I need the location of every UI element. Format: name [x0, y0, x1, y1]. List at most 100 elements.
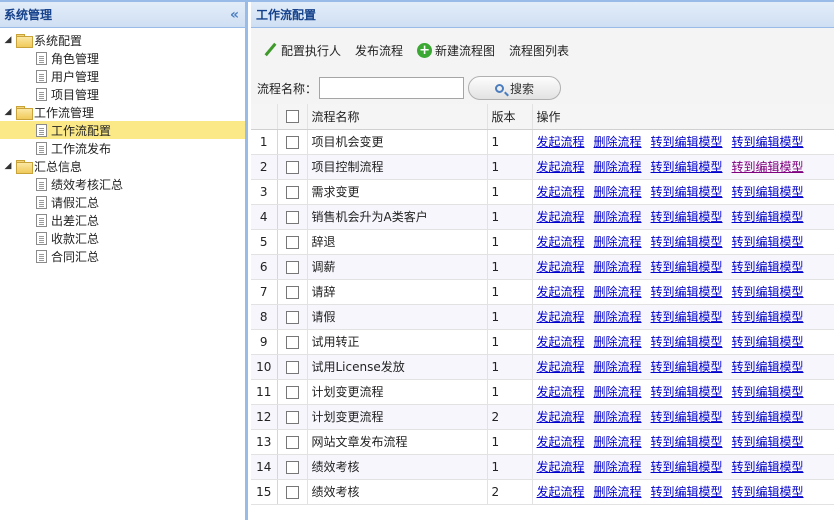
delete-process-link[interactable]: 删除流程: [594, 360, 642, 374]
edit-model-link[interactable]: 转到编辑模型: [651, 235, 723, 249]
edit-model-link[interactable]: 转到编辑模型: [651, 210, 723, 224]
start-process-link[interactable]: 发起流程: [537, 135, 585, 149]
delete-process-link[interactable]: 删除流程: [594, 235, 642, 249]
table-row[interactable]: 1 项目机会变更 1 发起流程 删除流程 转到编辑模型 转到编辑模型: [251, 129, 834, 155]
table-row[interactable]: 8 请假 1 发起流程 删除流程 转到编辑模型 转到编辑模型: [251, 304, 834, 330]
edit-model-link-2[interactable]: 转到编辑模型: [732, 460, 804, 474]
expand-toggle-icon[interactable]: ◢: [2, 161, 14, 171]
table-row[interactable]: 13 网站文章发布流程 1 发起流程 删除流程 转到编辑模型 转到编辑模型: [251, 429, 834, 455]
edit-model-link[interactable]: 转到编辑模型: [651, 160, 723, 174]
delete-process-link[interactable]: 删除流程: [594, 385, 642, 399]
edit-model-link-2[interactable]: 转到编辑模型: [732, 485, 804, 499]
start-process-link[interactable]: 发起流程: [537, 410, 585, 424]
row-checkbox[interactable]: [285, 435, 299, 449]
row-checkbox[interactable]: [285, 460, 299, 474]
tree-item[interactable]: 角色管理: [0, 49, 245, 67]
edit-model-link[interactable]: 转到编辑模型: [651, 260, 723, 274]
delete-process-link[interactable]: 删除流程: [594, 285, 642, 299]
delete-process-link[interactable]: 删除流程: [594, 435, 642, 449]
row-checkbox[interactable]: [285, 185, 299, 199]
row-checkbox[interactable]: [285, 485, 299, 499]
delete-process-link[interactable]: 删除流程: [594, 160, 642, 174]
collapse-panel-icon[interactable]: «: [230, 7, 239, 23]
search-button[interactable]: 搜索: [468, 76, 562, 100]
table-row[interactable]: 15 绩效考核 2 发起流程 删除流程 转到编辑模型 转到编辑模型: [251, 479, 834, 505]
edit-model-link-2[interactable]: 转到编辑模型: [732, 160, 804, 174]
expand-toggle-icon[interactable]: ◢: [2, 107, 14, 117]
tree-item[interactable]: 项目管理: [0, 85, 245, 103]
edit-model-link-2[interactable]: 转到编辑模型: [732, 435, 804, 449]
edit-model-link-2[interactable]: 转到编辑模型: [732, 235, 804, 249]
start-process-link[interactable]: 发起流程: [537, 260, 585, 274]
edit-model-link-2[interactable]: 转到编辑模型: [732, 210, 804, 224]
delete-process-link[interactable]: 删除流程: [594, 460, 642, 474]
delete-process-link[interactable]: 删除流程: [594, 335, 642, 349]
delete-process-link[interactable]: 删除流程: [594, 410, 642, 424]
tree-item[interactable]: 请假汇总: [0, 193, 245, 211]
table-row[interactable]: 6 调薪 1 发起流程 删除流程 转到编辑模型 转到编辑模型: [251, 254, 834, 280]
start-process-link[interactable]: 发起流程: [537, 435, 585, 449]
edit-model-link[interactable]: 转到编辑模型: [651, 185, 723, 199]
edit-model-link-2[interactable]: 转到编辑模型: [732, 260, 804, 274]
start-process-link[interactable]: 发起流程: [537, 385, 585, 399]
edit-model-link-2[interactable]: 转到编辑模型: [732, 385, 804, 399]
row-checkbox[interactable]: [285, 360, 299, 374]
name-column-header[interactable]: 流程名称: [307, 104, 488, 130]
table-row[interactable]: 7 请辞 1 发起流程 删除流程 转到编辑模型 转到编辑模型: [251, 279, 834, 305]
table-row[interactable]: 14 绩效考核 1 发起流程 删除流程 转到编辑模型 转到编辑模型: [251, 454, 834, 480]
table-row[interactable]: 4 销售机会升为A类客户 1 发起流程 删除流程 转到编辑模型 转到编辑模型: [251, 204, 834, 230]
process-name-input[interactable]: [319, 77, 465, 99]
start-process-link[interactable]: 发起流程: [537, 235, 585, 249]
expand-toggle-icon[interactable]: ◢: [2, 35, 14, 45]
start-process-link[interactable]: 发起流程: [537, 485, 585, 499]
tree-item[interactable]: 合同汇总: [0, 247, 245, 265]
table-row[interactable]: 11 计划变更流程 1 发起流程 删除流程 转到编辑模型 转到编辑模型: [251, 379, 834, 405]
version-column-header[interactable]: 版本: [487, 104, 533, 130]
start-process-link[interactable]: 发起流程: [537, 185, 585, 199]
row-checkbox[interactable]: [285, 210, 299, 224]
tree-folder[interactable]: ◢ 汇总信息: [0, 157, 245, 175]
start-process-link[interactable]: 发起流程: [537, 360, 585, 374]
edit-model-link[interactable]: 转到编辑模型: [651, 135, 723, 149]
edit-model-link[interactable]: 转到编辑模型: [651, 385, 723, 399]
edit-model-link[interactable]: 转到编辑模型: [651, 310, 723, 324]
table-row[interactable]: 2 项目控制流程 1 发起流程 删除流程 转到编辑模型 转到编辑模型: [251, 154, 834, 180]
assign-executor-button[interactable]: 配置执行人: [263, 42, 341, 59]
tree-folder[interactable]: ◢ 工作流管理: [0, 103, 245, 121]
row-checkbox[interactable]: [285, 410, 299, 424]
edit-model-link-2[interactable]: 转到编辑模型: [732, 310, 804, 324]
edit-model-link[interactable]: 转到编辑模型: [651, 360, 723, 374]
select-all-checkbox[interactable]: [285, 110, 299, 124]
edit-model-link-2[interactable]: 转到编辑模型: [732, 360, 804, 374]
start-process-link[interactable]: 发起流程: [537, 310, 585, 324]
tree-item[interactable]: 工作流发布: [0, 139, 245, 157]
row-checkbox[interactable]: [285, 135, 299, 149]
new-diagram-button[interactable]: + 新建流程图: [417, 42, 495, 59]
tree-item[interactable]: 绩效考核汇总: [0, 175, 245, 193]
row-checkbox[interactable]: [285, 235, 299, 249]
table-row[interactable]: 5 辞退 1 发起流程 删除流程 转到编辑模型 转到编辑模型: [251, 229, 834, 255]
edit-model-link-2[interactable]: 转到编辑模型: [732, 135, 804, 149]
table-row[interactable]: 12 计划变更流程 2 发起流程 删除流程 转到编辑模型 转到编辑模型: [251, 404, 834, 430]
delete-process-link[interactable]: 删除流程: [594, 185, 642, 199]
row-checkbox[interactable]: [285, 310, 299, 324]
row-checkbox[interactable]: [285, 335, 299, 349]
edit-model-link[interactable]: 转到编辑模型: [651, 285, 723, 299]
diagram-list-button[interactable]: 流程图列表: [509, 42, 569, 59]
edit-model-link[interactable]: 转到编辑模型: [651, 335, 723, 349]
delete-process-link[interactable]: 删除流程: [594, 210, 642, 224]
row-checkbox[interactable]: [285, 160, 299, 174]
tree-item[interactable]: 工作流配置: [0, 121, 245, 139]
edit-model-link[interactable]: 转到编辑模型: [651, 485, 723, 499]
edit-model-link[interactable]: 转到编辑模型: [651, 435, 723, 449]
publish-process-button[interactable]: 发布流程: [355, 42, 403, 59]
tree-item[interactable]: 出差汇总: [0, 211, 245, 229]
edit-model-link-2[interactable]: 转到编辑模型: [732, 185, 804, 199]
row-checkbox[interactable]: [285, 285, 299, 299]
start-process-link[interactable]: 发起流程: [537, 285, 585, 299]
row-checkbox[interactable]: [285, 260, 299, 274]
table-row[interactable]: 10 试用License发放 1 发起流程 删除流程 转到编辑模型 转到编辑模型: [251, 354, 834, 380]
start-process-link[interactable]: 发起流程: [537, 335, 585, 349]
edit-model-link-2[interactable]: 转到编辑模型: [732, 410, 804, 424]
edit-model-link-2[interactable]: 转到编辑模型: [732, 285, 804, 299]
